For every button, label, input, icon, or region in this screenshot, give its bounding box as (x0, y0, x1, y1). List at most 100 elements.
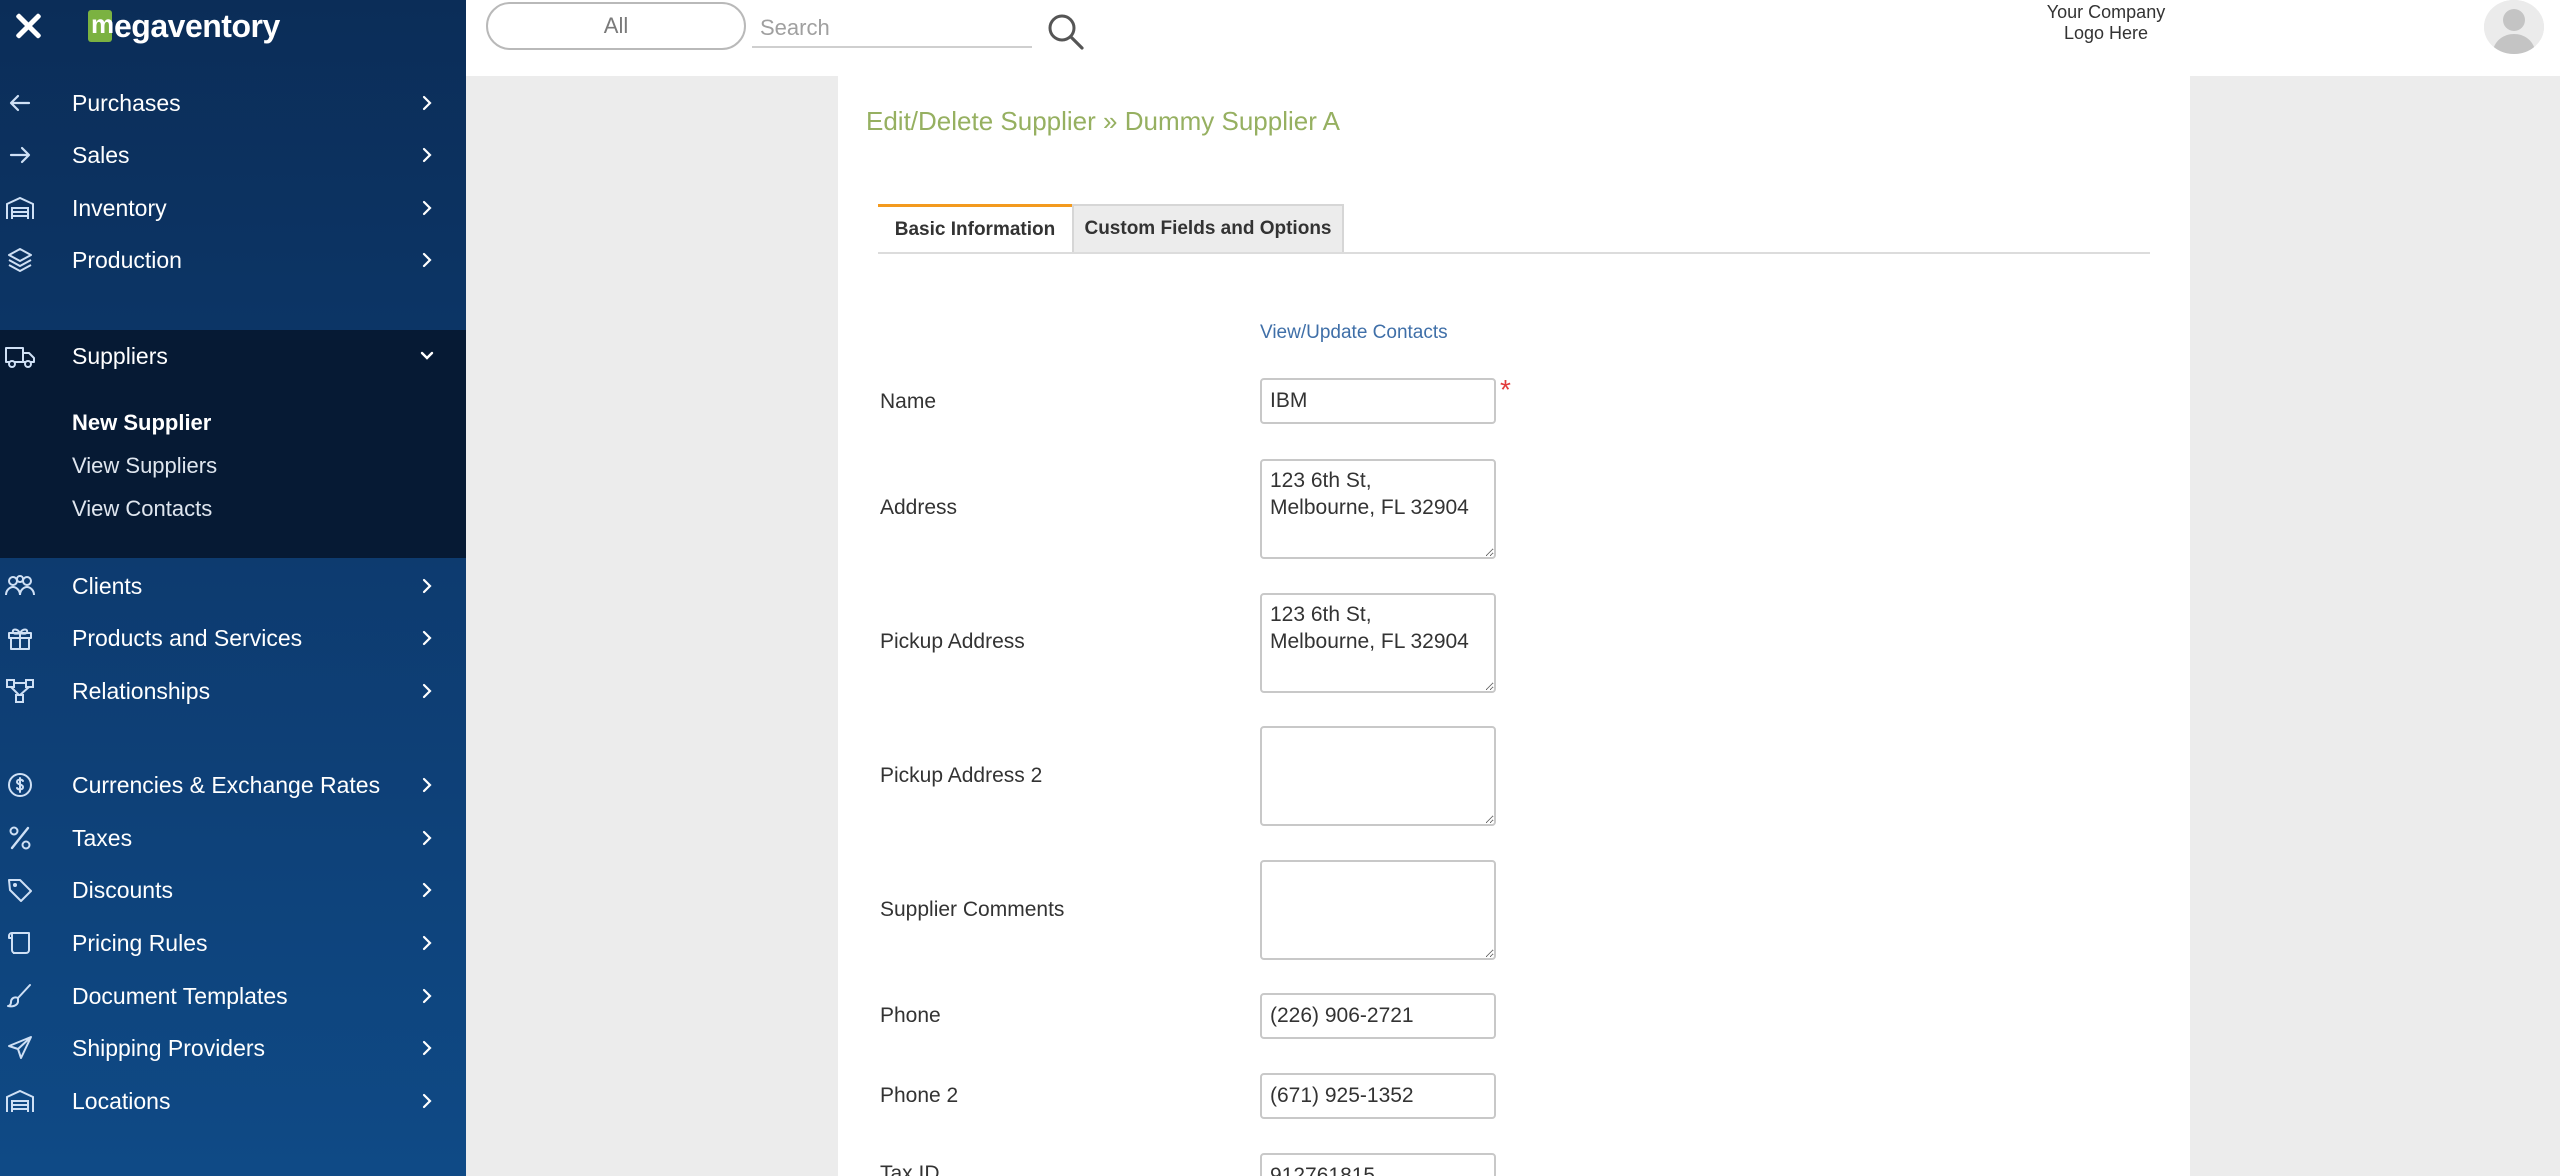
top-bar: All Your Company Logo Here (466, 0, 2560, 76)
chevron-right-icon (416, 92, 438, 114)
company-logo-placeholder[interactable]: Your Company Logo Here (2036, 2, 2176, 44)
tab-bar: Basic Information Custom Fields and Opti… (878, 204, 2150, 254)
tax-id-label: Tax ID (880, 1162, 940, 1176)
sidebar-item-label: Relationships (72, 677, 211, 704)
logo-text: egaventory (114, 7, 280, 44)
sidebar-item-label: Inventory (72, 194, 167, 221)
sidebar-item-label: Pricing Rules (72, 929, 208, 956)
sidebar-item-production[interactable]: Production (0, 234, 466, 286)
chevron-right-icon (416, 144, 438, 166)
chevron-right-icon (416, 774, 438, 796)
chevron-right-icon (416, 575, 438, 597)
chevron-right-icon (416, 985, 438, 1007)
gift-box-icon (4, 622, 36, 654)
sidebar: egaventory Purchases Sales Inventory Pro… (0, 0, 466, 1176)
layers-icon (4, 244, 36, 276)
sidebar-item-discounts[interactable]: Discounts (0, 864, 466, 916)
brush-icon (4, 980, 36, 1012)
suppliers-submenu: Suppliers New Supplier View Suppliers Vi… (0, 330, 466, 558)
sidebar-item-label: Suppliers (72, 342, 168, 369)
chevron-right-icon (416, 827, 438, 849)
truck-icon (4, 340, 36, 372)
sidebar-subitem-view-suppliers[interactable]: View Suppliers (72, 453, 217, 479)
chevron-right-icon (416, 249, 438, 271)
name-field[interactable] (1260, 378, 1496, 424)
chevron-right-icon (416, 1037, 438, 1059)
sidebar-item-suppliers[interactable]: Suppliers (0, 330, 466, 382)
view-update-contacts-link[interactable]: View/Update Contacts (1260, 322, 1448, 344)
currency-icon (4, 769, 36, 801)
sidebar-item-label: Currencies & Exchange Rates (72, 771, 381, 798)
close-icon[interactable] (8, 6, 48, 46)
sidebar-item-inventory[interactable]: Inventory (0, 182, 466, 234)
percent-icon (4, 822, 36, 854)
users-icon (4, 570, 36, 602)
sidebar-item-label: Shipping Providers (72, 1034, 266, 1061)
sidebar-item-taxes[interactable]: Taxes (0, 812, 466, 864)
network-icon (4, 675, 36, 707)
address-field[interactable]: 123 6th St, Melbourne, FL 32904 (1260, 459, 1496, 559)
chevron-right-icon (416, 197, 438, 219)
sidebar-item-purchases[interactable]: Purchases (0, 77, 466, 129)
tab-basic-information[interactable]: Basic Information (878, 204, 1072, 252)
megaventory-logo[interactable]: egaventory (88, 6, 280, 46)
sidebar-item-shipping-providers[interactable]: Shipping Providers (0, 1022, 466, 1074)
warehouse-icon (4, 192, 36, 224)
pickup-address-field[interactable]: 123 6th St, Melbourne, FL 32904 (1260, 593, 1496, 693)
sidebar-item-sales[interactable]: Sales (0, 129, 466, 181)
phone-label: Phone (880, 1004, 941, 1027)
page-title: Edit/Delete Supplier » Dummy Supplier A (866, 106, 1341, 136)
sidebar-item-label: Taxes (72, 824, 133, 851)
chevron-down-icon (416, 345, 438, 367)
search-input[interactable] (752, 10, 1032, 48)
search-scope-selector[interactable]: All (486, 2, 746, 50)
pickup-address-2-label: Pickup Address 2 (880, 764, 1043, 787)
sidebar-item-label: Production (72, 246, 182, 273)
arrow-right-icon (4, 139, 36, 171)
sidebar-item-locations[interactable]: Locations (0, 1075, 466, 1127)
name-label: Name (880, 390, 937, 413)
logo-mark-icon (88, 9, 114, 42)
pickup-address-label: Pickup Address (880, 630, 1025, 653)
sidebar-header: egaventory (0, 0, 466, 52)
sidebar-item-clients[interactable]: Clients (0, 560, 466, 612)
tab-custom-fields-and-options[interactable]: Custom Fields and Options (1072, 204, 1344, 252)
supplier-comments-field[interactable] (1260, 860, 1496, 960)
required-indicator: * (1500, 374, 1511, 405)
tag-icon (4, 874, 36, 906)
paper-plane-icon (4, 1032, 36, 1064)
sidebar-item-label: Locations (72, 1087, 171, 1114)
chevron-right-icon (416, 680, 438, 702)
sidebar-item-currencies[interactable]: Currencies & Exchange Rates (0, 759, 466, 811)
sidebar-item-label: Products and Services (72, 624, 303, 651)
sidebar-item-document-templates[interactable]: Document Templates (0, 970, 466, 1022)
company-logo-line2: Logo Here (2063, 23, 2149, 43)
arrow-left-icon (4, 87, 36, 119)
garage-icon (4, 1085, 36, 1117)
scroll-icon (4, 927, 36, 959)
chevron-right-icon (416, 627, 438, 649)
sidebar-subitem-new-supplier[interactable]: New Supplier (72, 410, 211, 436)
pickup-address-2-field[interactable] (1260, 726, 1496, 826)
address-label: Address (880, 496, 958, 519)
sidebar-item-label: Document Templates (72, 982, 288, 1009)
main-content-panel: Edit/Delete Supplier » Dummy Supplier A … (838, 76, 2190, 1176)
sidebar-item-label: Discounts (72, 876, 173, 903)
sidebar-item-relationships[interactable]: Relationships (0, 665, 466, 717)
tax-id-field[interactable] (1260, 1153, 1496, 1176)
sidebar-item-label: Purchases (72, 89, 181, 116)
phone-2-field[interactable] (1260, 1073, 1496, 1119)
phone-2-label: Phone 2 (880, 1084, 959, 1107)
sidebar-item-label: Clients (72, 572, 143, 599)
sidebar-subitem-view-contacts[interactable]: View Contacts (72, 496, 212, 522)
sidebar-item-pricing-rules[interactable]: Pricing Rules (0, 917, 466, 969)
search-icon[interactable] (1044, 10, 1088, 54)
chevron-right-icon (416, 879, 438, 901)
chevron-right-icon (416, 932, 438, 954)
supplier-comments-label: Supplier Comments (880, 898, 1065, 921)
sidebar-item-label: Sales (72, 141, 130, 168)
avatar[interactable] (2484, 0, 2544, 54)
sidebar-item-products-and-services[interactable]: Products and Services (0, 612, 466, 664)
phone-field[interactable] (1260, 993, 1496, 1039)
chevron-right-icon (416, 1090, 438, 1112)
